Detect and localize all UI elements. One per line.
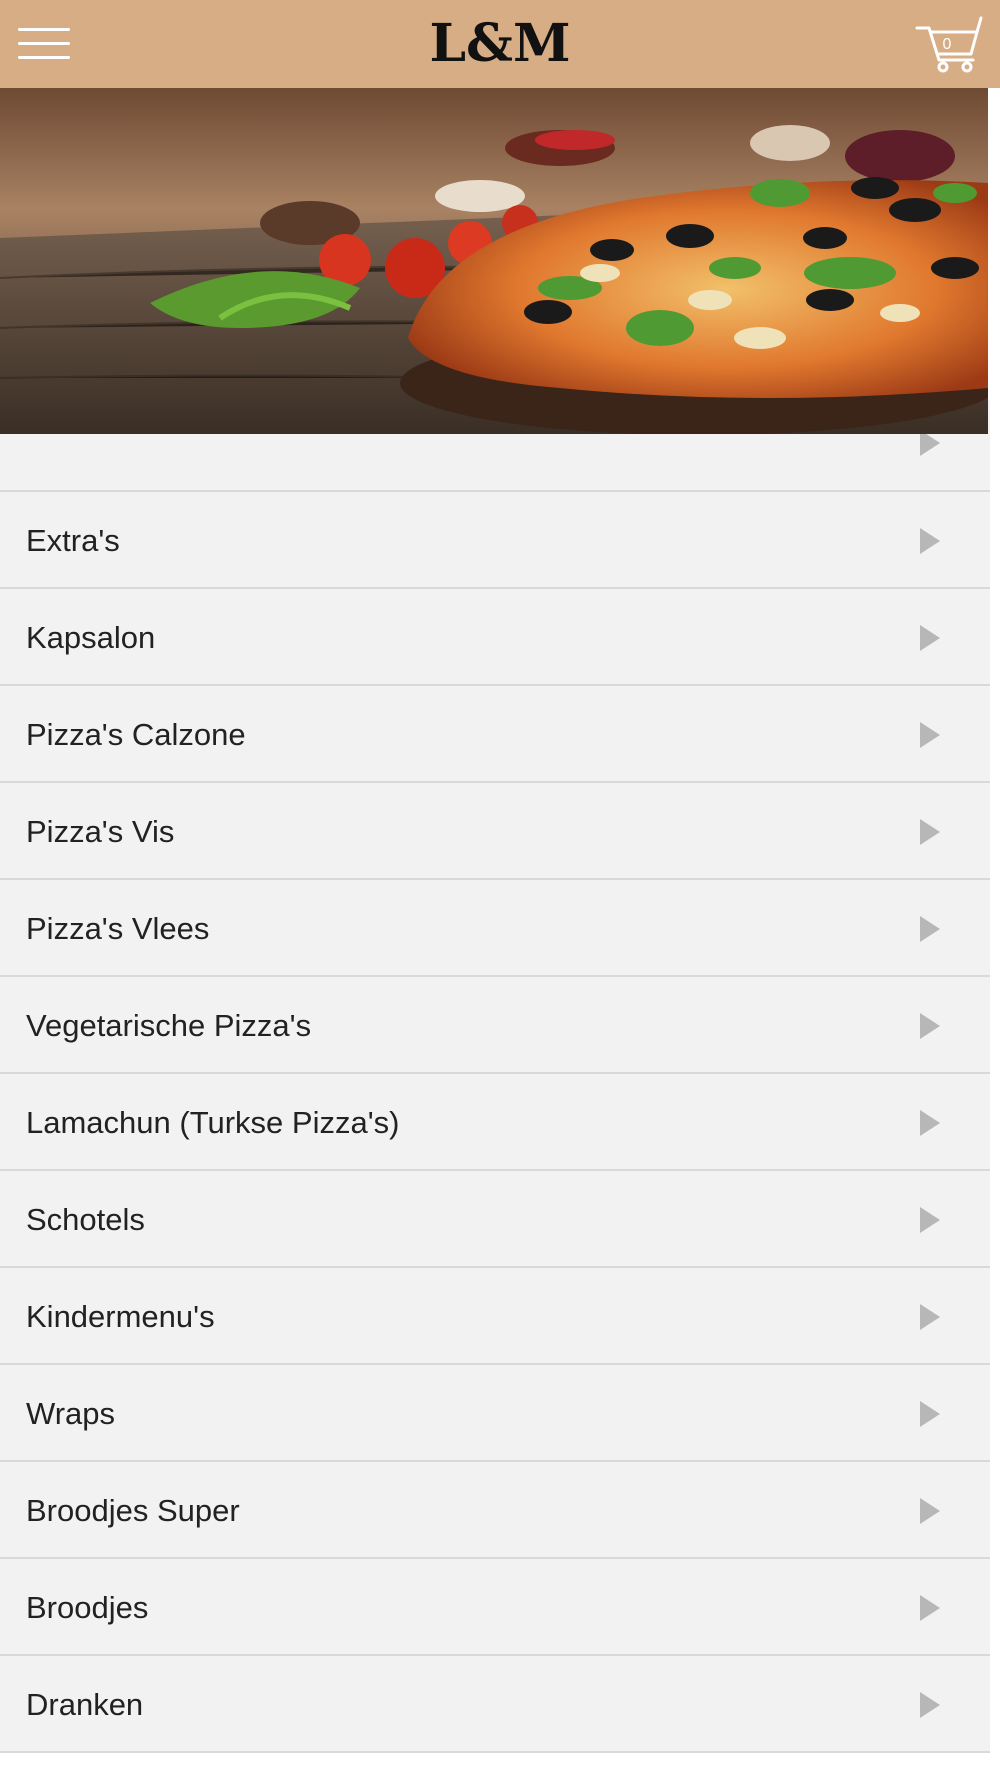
category-item-wraps[interactable]: Wraps xyxy=(0,1365,990,1462)
category-item-pizzas-vlees[interactable]: Pizza's Vlees xyxy=(0,880,990,977)
chevron-right-icon xyxy=(920,1110,940,1136)
category-item-kapsalon[interactable]: Kapsalon xyxy=(0,589,990,686)
category-item-schotels[interactable]: Schotels xyxy=(0,1171,990,1268)
category-label: Wraps xyxy=(26,1396,116,1431)
category-item-extras[interactable]: Extra's xyxy=(0,492,990,589)
category-item-broodjes-super[interactable]: Broodjes Super xyxy=(0,1462,990,1559)
category-label: Lamachun (Turkse Pizza's) xyxy=(26,1105,400,1140)
category-label: Broodjes Super xyxy=(26,1493,240,1528)
category-label: Pizza's Calzone xyxy=(26,717,246,752)
category-item-broodjes[interactable]: Broodjes xyxy=(0,1559,990,1656)
chevron-right-icon xyxy=(920,625,940,651)
chevron-right-icon xyxy=(920,819,940,845)
category-item-lamachun[interactable]: Lamachun (Turkse Pizza's) xyxy=(0,1074,990,1171)
brand-logo[interactable]: L&M xyxy=(0,12,1000,76)
chevron-right-icon xyxy=(920,528,940,554)
top-bar: L&M 0 xyxy=(0,0,1000,88)
chevron-right-icon xyxy=(920,1013,940,1039)
category-item-dranken[interactable]: Dranken xyxy=(0,1656,990,1753)
chevron-right-icon xyxy=(920,916,940,942)
category-label: Dranken xyxy=(26,1687,144,1722)
category-item-pizzas-vis[interactable]: Pizza's Vis xyxy=(0,783,990,880)
category-label: Broodjes xyxy=(26,1590,149,1625)
category-list: Populaire gerechten Extra's Kapsalon Piz… xyxy=(0,399,990,1753)
category-label: Kindermenu's xyxy=(26,1299,215,1334)
chevron-right-icon xyxy=(920,1498,940,1524)
app-root: L&M 0 Extra's Kapsalon Pizza's Calzone P… xyxy=(0,0,1000,1778)
cart-count-badge: 0 xyxy=(942,36,952,53)
category-label: Kapsalon xyxy=(26,620,156,655)
category-label: Vegetarische Pizza's xyxy=(26,1008,312,1043)
category-item-vegetarische-pizzas[interactable]: Vegetarische Pizza's xyxy=(0,977,990,1074)
chevron-right-icon xyxy=(920,1595,940,1621)
chevron-right-icon xyxy=(920,722,940,748)
chevron-right-icon xyxy=(920,1692,940,1718)
category-item-pizzas-calzone[interactable]: Pizza's Calzone xyxy=(0,686,990,783)
category-label: Extra's xyxy=(26,523,120,558)
chevron-right-icon xyxy=(920,1304,940,1330)
chevron-right-icon xyxy=(920,1207,940,1233)
category-item-kindermenus[interactable]: Kindermenu's xyxy=(0,1268,990,1365)
shopping-cart-icon[interactable]: 0 xyxy=(915,14,985,74)
category-label: Schotels xyxy=(26,1202,145,1237)
category-label: Pizza's Vlees xyxy=(26,911,210,946)
chevron-right-icon xyxy=(920,1401,940,1427)
hero-pizza-image xyxy=(0,88,988,434)
category-label: Pizza's Vis xyxy=(26,814,175,849)
